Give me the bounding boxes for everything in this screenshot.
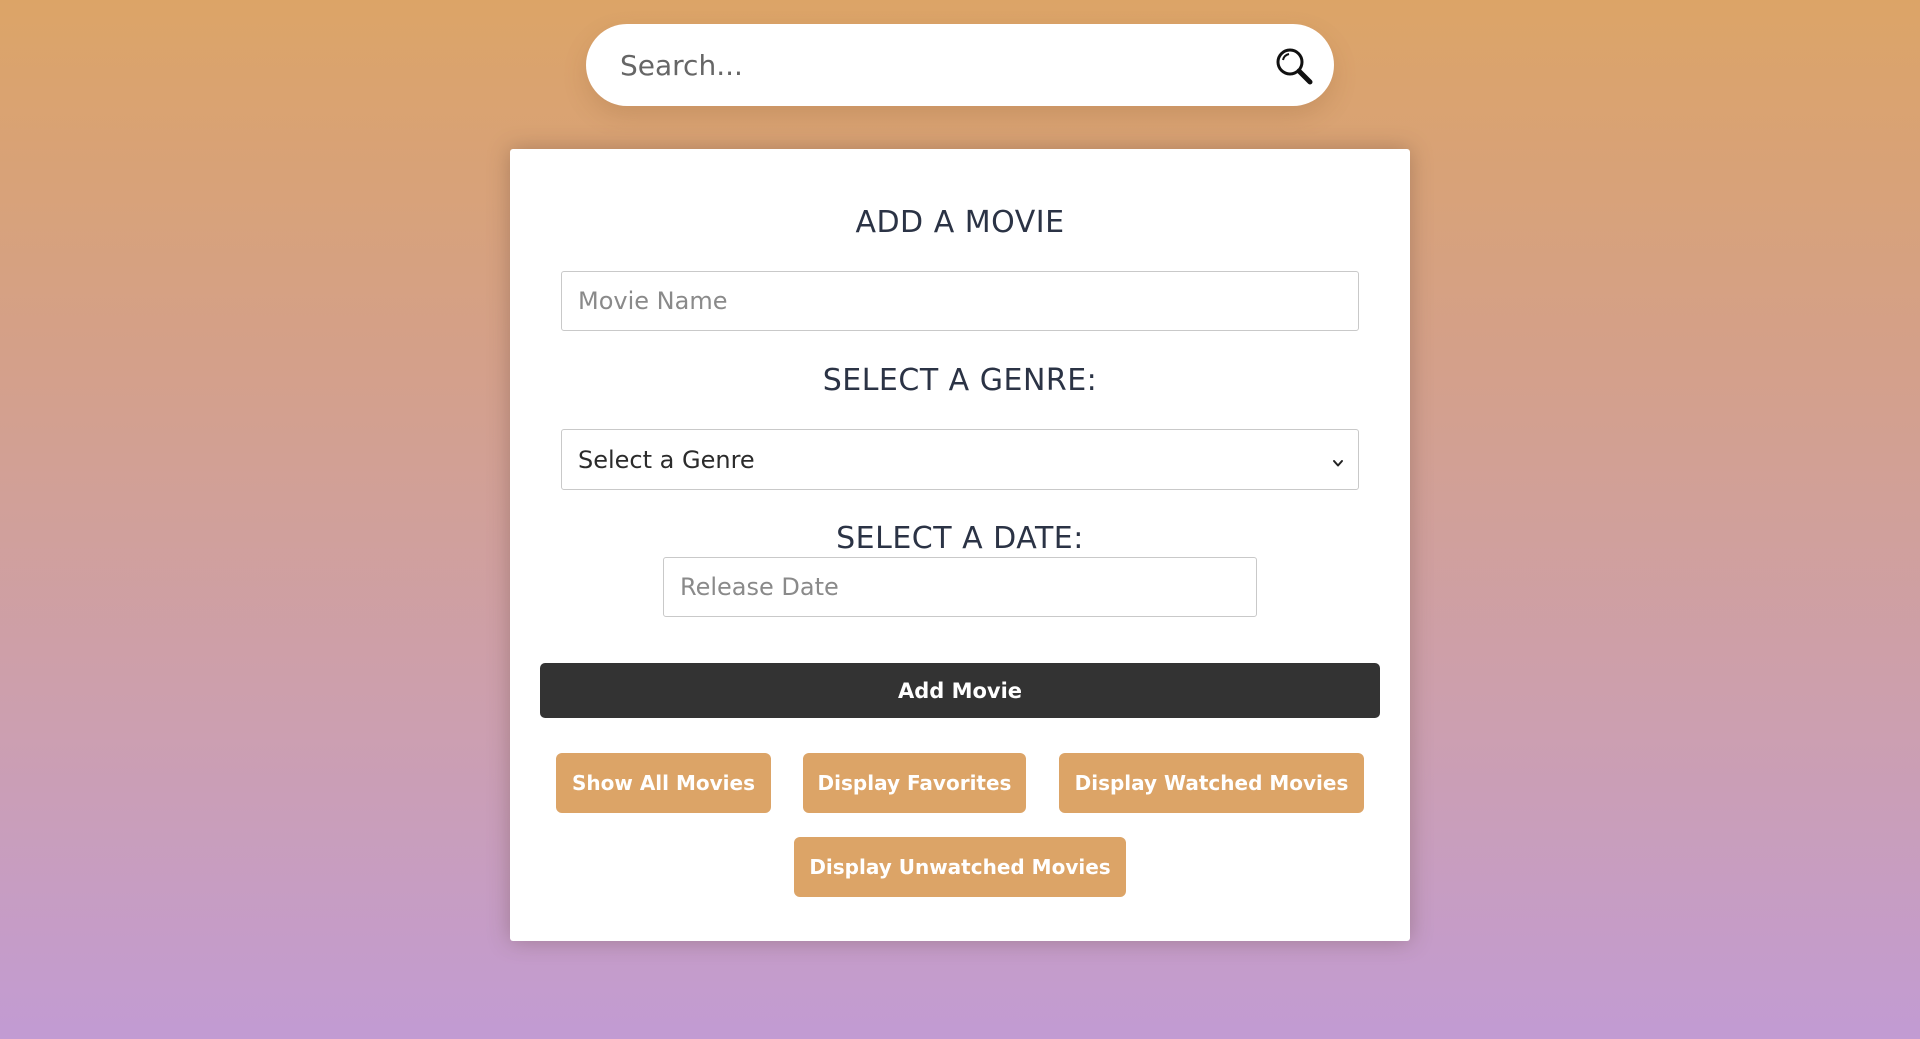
search-input[interactable] — [620, 24, 1230, 106]
search-icon[interactable] — [1274, 46, 1314, 86]
display-favorites-button[interactable]: Display Favorites — [803, 753, 1026, 813]
form-title: ADD A MOVIE — [855, 205, 1065, 240]
genre-select[interactable]: Select a Genre — [561, 429, 1359, 490]
movie-name-input[interactable] — [561, 271, 1359, 331]
display-unwatched-movies-button[interactable]: Display Unwatched Movies — [794, 837, 1126, 897]
search-bar — [586, 24, 1334, 106]
add-movie-button[interactable]: Add Movie — [540, 663, 1380, 718]
display-watched-movies-button[interactable]: Display Watched Movies — [1059, 753, 1364, 813]
genre-select-value: Select a Genre — [578, 446, 755, 474]
date-heading: SELECT A DATE: — [836, 521, 1084, 556]
genre-heading: SELECT A GENRE: — [822, 363, 1098, 398]
add-movie-card: ADD A MOVIE SELECT A GENRE: Select a Gen… — [510, 149, 1410, 941]
chevron-down-icon — [1332, 454, 1344, 467]
show-all-movies-button[interactable]: Show All Movies — [556, 753, 771, 813]
release-date-input[interactable] — [663, 557, 1257, 617]
